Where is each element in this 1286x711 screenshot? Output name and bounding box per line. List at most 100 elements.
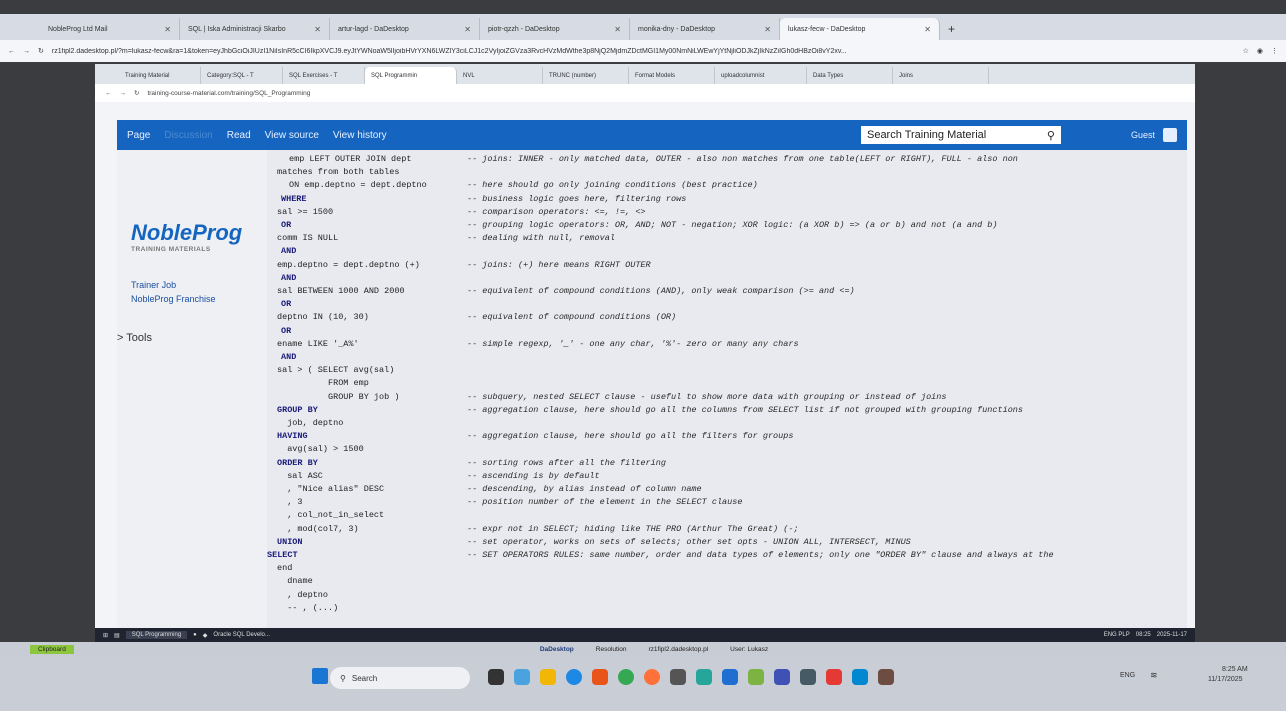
reload-icon[interactable]: ↻	[134, 89, 139, 97]
code-line: ename LIKE '_A%'	[277, 338, 359, 349]
inner-tab[interactable]: Training Material	[119, 67, 201, 84]
file-explorer-icon[interactable]	[540, 669, 556, 685]
tools-toggle[interactable]: > Tools	[117, 332, 152, 344]
back-icon[interactable]: ←	[8, 48, 15, 55]
profile-icon[interactable]: ◉	[1257, 47, 1263, 55]
inner-tab[interactable]: uploadcolumnist	[715, 67, 807, 84]
sidebar-link-franchise[interactable]: NobleProg Franchise	[131, 294, 216, 304]
remote-tray-lang: ENG PLP	[1103, 632, 1130, 638]
nobleprog-logo[interactable]: NobleProg	[131, 220, 242, 246]
brave-icon[interactable]	[592, 669, 608, 685]
outer-address-bar: ← → ↻ rz1fipl2.dadesktop.pl/?m=lukasz-fe…	[0, 40, 1286, 62]
sidebar-link-trainer-job[interactable]: Trainer Job	[131, 280, 176, 290]
code-comment: -- aggregation clause, here should go al…	[467, 404, 1023, 415]
remote-desktop-screen[interactable]: Training Material Category:SQL - T SQL E…	[95, 64, 1195, 650]
code-line: GROUP BY job )	[277, 391, 400, 402]
code-line: -- , (...)	[277, 602, 339, 613]
tab-view-source[interactable]: View source	[265, 130, 319, 141]
code-line: sal > ( SELECT avg(sal)	[277, 365, 395, 376]
close-icon[interactable]: ✕	[764, 25, 771, 34]
user-icon[interactable]	[1163, 128, 1177, 142]
code-comment: -- here should go only joining condition…	[467, 180, 758, 191]
code-line: AND	[281, 352, 297, 362]
user-label: User: Lukasz	[730, 645, 769, 653]
vscode-icon[interactable]: ◆	[203, 632, 208, 639]
inner-tab[interactable]: Format Models	[629, 67, 715, 84]
code-comment: -- comparison operators: <=, !=, <>	[467, 206, 646, 217]
app-icon[interactable]	[826, 669, 842, 685]
app-icon[interactable]	[800, 669, 816, 685]
firefox-icon[interactable]	[644, 669, 660, 685]
outer-tab-artur[interactable]: artur-lagd - DaDesktop ✕	[330, 18, 480, 40]
close-icon[interactable]: ✕	[924, 25, 931, 34]
outer-tab-mail[interactable]: NobleProg Ltd Mail ✕	[40, 18, 180, 40]
app-icon[interactable]	[748, 669, 764, 685]
outer-tab-piotr[interactable]: piotr-qzzh - DaDesktop ✕	[480, 18, 630, 40]
search-input[interactable]: Search Training Material ⚲	[860, 126, 1061, 144]
host-tray-date[interactable]: 11/17/2025	[1208, 676, 1243, 683]
tab-label: Data Types	[813, 72, 844, 79]
outer-tab-strip: NobleProg Ltd Mail ✕ SQL | Iska Administr…	[0, 14, 1286, 40]
inner-tab[interactable]: Category:SQL - T	[201, 67, 283, 84]
widgets-icon[interactable]	[514, 669, 530, 685]
close-icon[interactable]: ✕	[164, 25, 171, 34]
outer-tab-monika[interactable]: monika-dny - DaDesktop ✕	[630, 18, 780, 40]
inner-tab[interactable]: Data Types	[807, 67, 893, 84]
close-icon[interactable]: ✕	[614, 25, 621, 34]
star-icon[interactable]: ☆	[1243, 47, 1249, 55]
host-search-box[interactable]: ⚲ Search	[330, 667, 470, 689]
inner-url-field[interactable]: training-course-material.com/training/SQ…	[147, 90, 310, 97]
tab-label: Training Material	[125, 72, 170, 79]
code-comment: -- business logic goes here, filtering r…	[467, 193, 687, 204]
new-tab-button[interactable]: +	[940, 18, 966, 40]
inner-tab[interactable]: TRUNC (number)	[543, 67, 629, 84]
forward-icon[interactable]: →	[23, 48, 30, 55]
outer-tab-lukasz[interactable]: lukasz-fecw - DaDesktop ✕	[780, 18, 940, 40]
reload-icon[interactable]: ↻	[38, 47, 44, 55]
host-label: rz1fipl2.dadesktop.pl	[648, 645, 709, 653]
close-icon[interactable]: ✕	[464, 25, 471, 34]
host-tray-lang[interactable]: ENG	[1120, 672, 1135, 679]
app-icon[interactable]	[852, 669, 868, 685]
gear-icon[interactable]	[878, 669, 894, 685]
remote-taskbar: ⊞ ▤ SQL Programming ● ◆ Oracle SQL Devel…	[95, 628, 1195, 642]
outer-tab-sql[interactable]: SQL | Iska Administracji Skarbo ✕	[180, 18, 330, 40]
resolution-label[interactable]: Resolution	[596, 646, 627, 653]
chrome-icon[interactable]	[618, 669, 634, 685]
calculator-icon[interactable]	[774, 669, 790, 685]
close-icon[interactable]: ✕	[314, 25, 321, 34]
outer-url-field[interactable]: rz1fipl2.dadesktop.pl/?m=lukasz-fecw&ra=…	[52, 48, 1235, 55]
app-icon[interactable]	[696, 669, 712, 685]
host-tray-time[interactable]: 8:25 AM	[1222, 666, 1248, 673]
menu-icon[interactable]: ⋮	[1271, 47, 1278, 55]
search-icon[interactable]: ⚲	[1047, 129, 1055, 142]
file-explorer-icon[interactable]: ▤	[114, 632, 120, 639]
guest-label[interactable]: Guest	[1131, 130, 1155, 140]
taskbar-item-browser[interactable]: SQL Programming	[125, 631, 188, 639]
back-icon[interactable]: ←	[105, 90, 112, 97]
task-view-icon[interactable]	[488, 669, 504, 685]
code-line: sal BETWEEN 1000 AND 2000	[277, 286, 405, 296]
tab-label: artur-lagd - DaDesktop	[338, 25, 409, 33]
inner-tab[interactable]: Joins	[893, 67, 989, 84]
vscode-icon[interactable]	[722, 669, 738, 685]
tab-discussion[interactable]: Discussion	[164, 130, 212, 141]
tab-page[interactable]: Page	[127, 130, 150, 141]
inner-tab[interactable]: SQL Exercises - T	[283, 67, 365, 84]
windows-start-icon[interactable]: ⊞	[103, 632, 108, 639]
inner-tab-active[interactable]: SQL Programmin	[365, 67, 457, 84]
windows-start-icon[interactable]	[312, 668, 328, 684]
code-comment: -- SET OPERATORS RULES: same number, ord…	[467, 550, 1054, 560]
tab-read[interactable]: Read	[227, 130, 251, 141]
tab-label: uploadcolumnist	[721, 72, 765, 79]
edge-icon[interactable]	[566, 669, 582, 685]
wifi-icon[interactable]: ≋	[1150, 670, 1158, 681]
firefox-icon[interactable]: ●	[193, 632, 197, 638]
inner-tab[interactable]: NVL	[457, 67, 543, 84]
code-line: avg(sal) > 1500	[277, 444, 364, 455]
tab-view-history[interactable]: View history	[333, 130, 387, 141]
taskbar-item-sql-developer[interactable]: Oracle SQL Develo...	[213, 632, 269, 638]
clipboard-button[interactable]: Clipboard	[30, 644, 74, 654]
forward-icon[interactable]: →	[120, 90, 127, 97]
app-icon[interactable]	[670, 669, 686, 685]
